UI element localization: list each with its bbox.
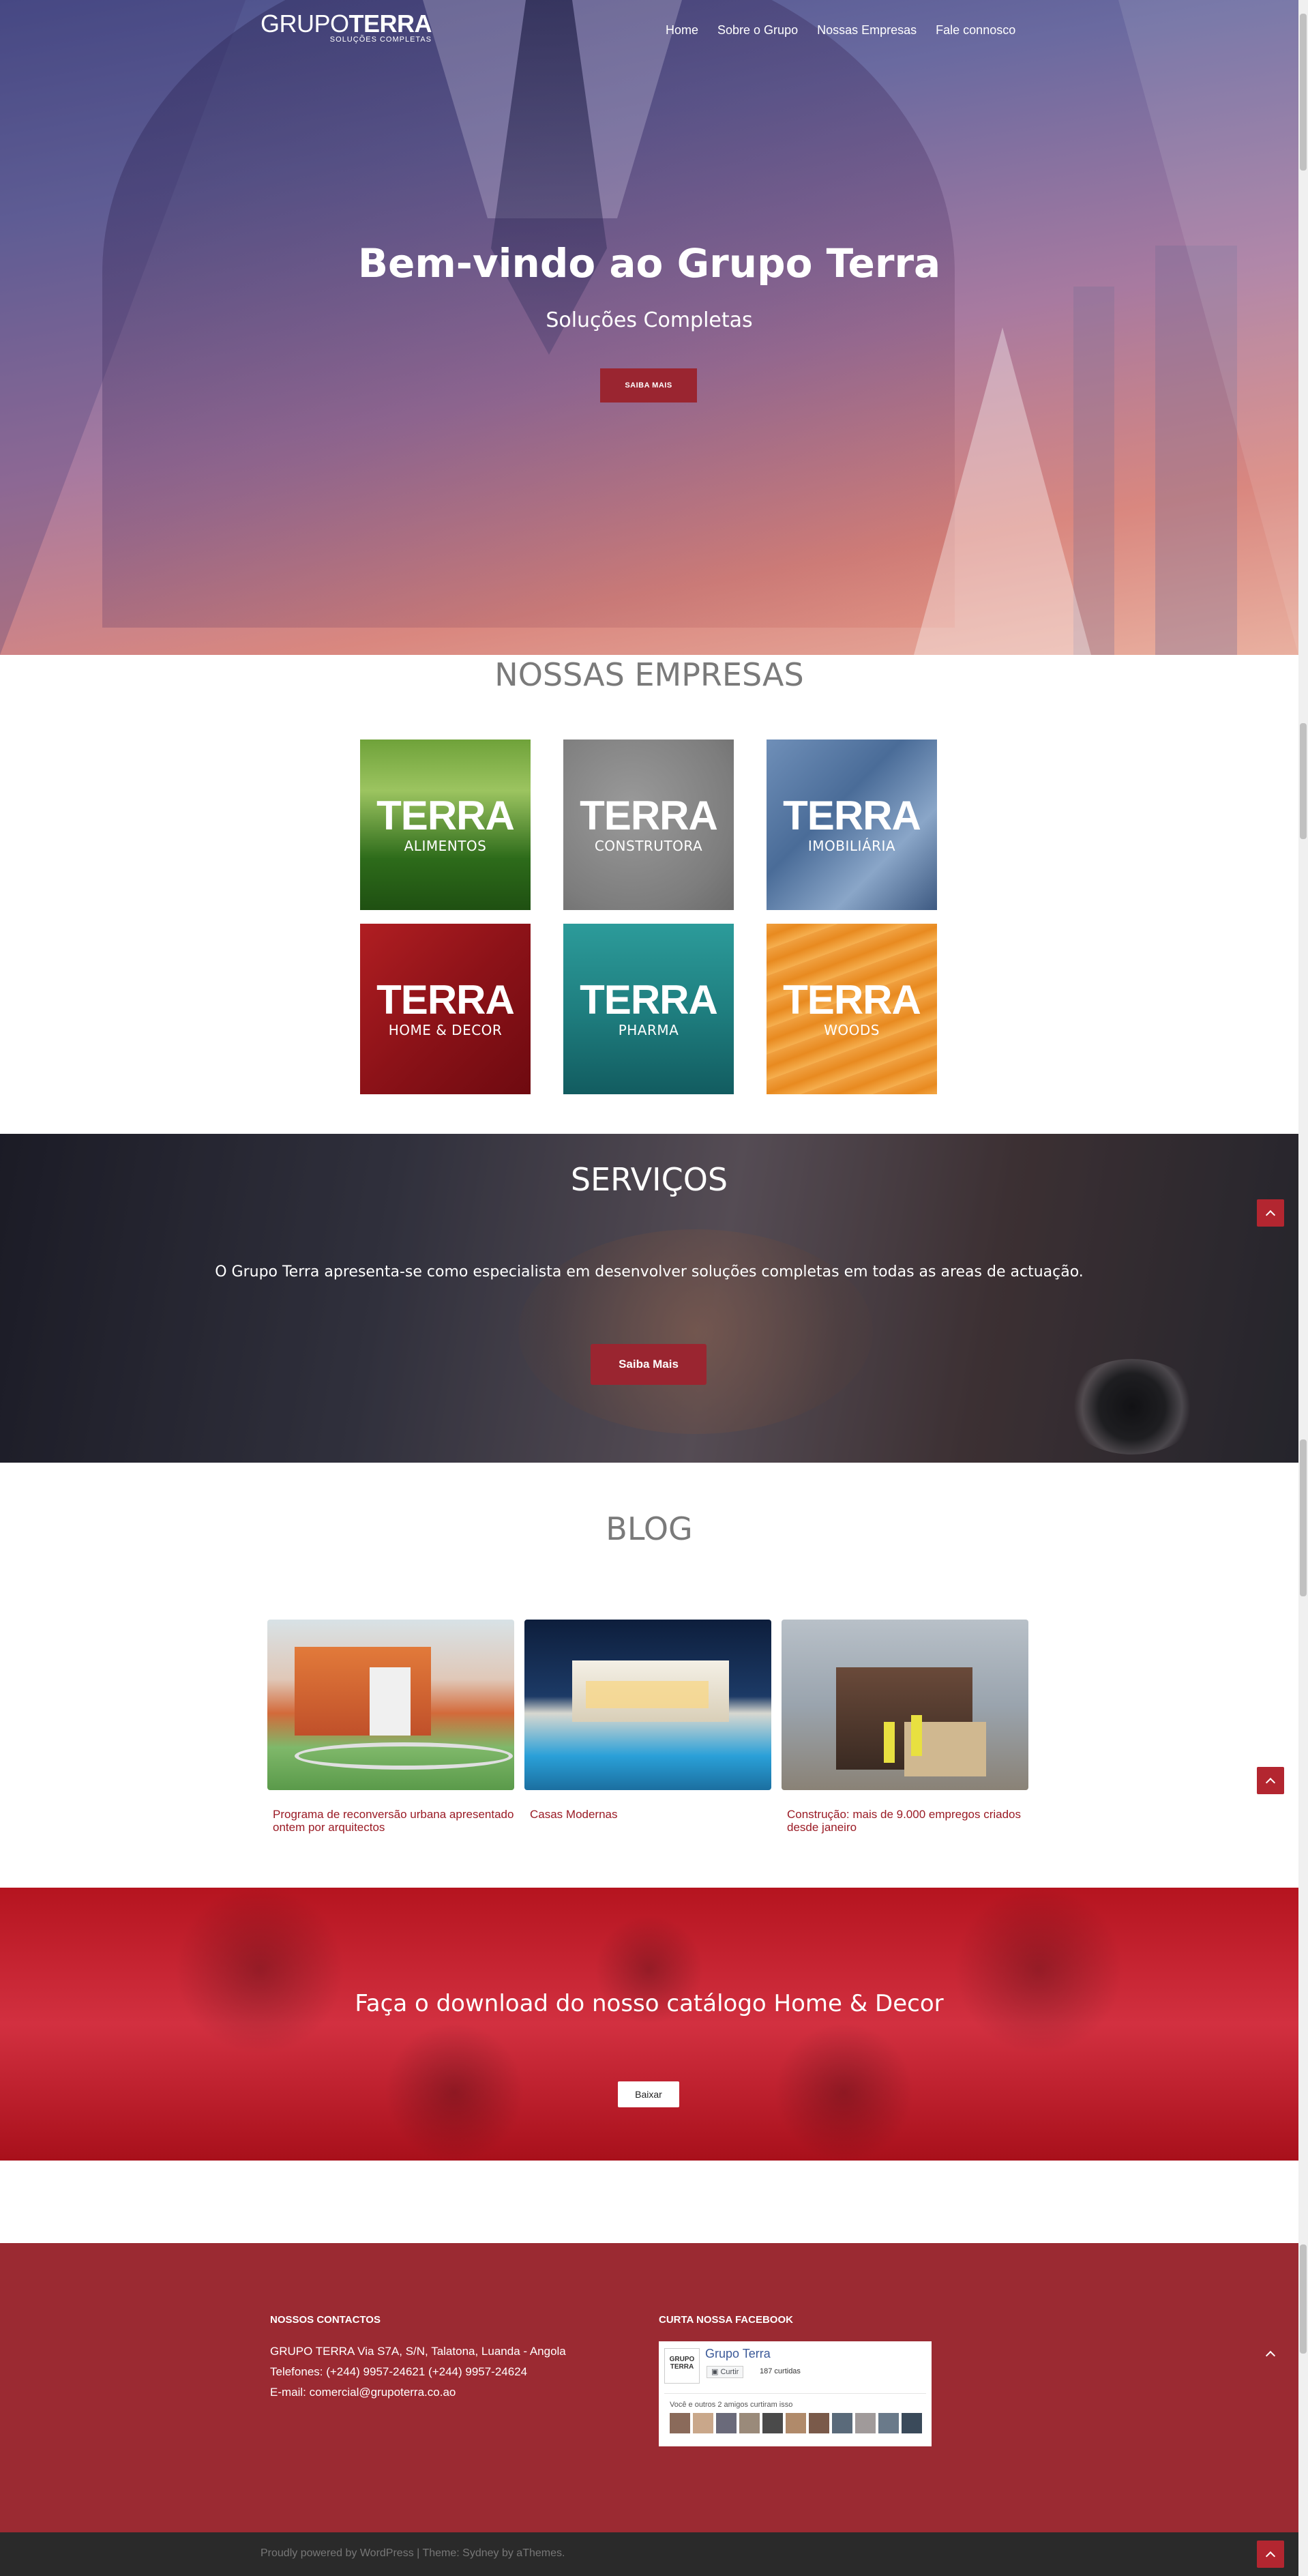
nav-fale-connosco[interactable]: Fale connosco bbox=[936, 23, 1015, 38]
page-scrollbar[interactable] bbox=[1298, 0, 1308, 2576]
chevron-up-icon bbox=[1265, 1777, 1276, 1788]
scrollbar-thumb[interactable] bbox=[1300, 2244, 1307, 2354]
avatar[interactable] bbox=[716, 2413, 737, 2433]
logo-word-grupo: GRUPO bbox=[261, 10, 349, 38]
tile-brand: TERRA bbox=[783, 977, 921, 1023]
hero-title: Bem-vindo ao Grupo Terra bbox=[357, 240, 941, 287]
hero-tower-image bbox=[1073, 287, 1114, 655]
footer-widgets: NOSSOS CONTACTOS GRUPO TERRA Via S7A, S/… bbox=[0, 2243, 1298, 2532]
scrollbar-thumb[interactable] bbox=[1300, 14, 1307, 171]
blog-post-title[interactable]: Construção: mais de 9.000 empregos criad… bbox=[782, 1808, 1028, 1834]
tile-label: HOME & DECOR bbox=[388, 1022, 503, 1038]
services-title: SERVIÇOS bbox=[570, 1161, 728, 1198]
avatar[interactable] bbox=[739, 2413, 760, 2433]
blog-post-title[interactable]: Casas Modernas bbox=[524, 1808, 771, 1821]
blog-title: BLOG bbox=[606, 1510, 693, 1547]
scroll-to-top-button[interactable] bbox=[1257, 1199, 1284, 1227]
footer-credit[interactable]: Proudly powered by WordPress | Theme: Sy… bbox=[261, 2547, 565, 2560]
contact-phones: Telefones: (+244) 9957-24621 (+244) 9957… bbox=[270, 2365, 528, 2378]
fb-page-header: GRUPO TERRA Grupo Terra ▣ Curtir 187 cur… bbox=[664, 2345, 926, 2385]
tile-label: IMOBILIÁRIA bbox=[807, 838, 896, 854]
site-info-bar: Proudly powered by WordPress | Theme: Sy… bbox=[0, 2532, 1298, 2576]
blog-post-image[interactable] bbox=[267, 1620, 514, 1790]
scroll-to-top-button[interactable] bbox=[1257, 2541, 1284, 2568]
nav-home[interactable]: Home bbox=[666, 23, 698, 38]
avatar[interactable] bbox=[670, 2413, 690, 2433]
contact-address: GRUPO TERRA Via S7A, S/N, Talatona, Luan… bbox=[270, 2345, 566, 2358]
tile-label: ALIMENTOS bbox=[404, 838, 487, 854]
fb-page-avatar[interactable]: GRUPO TERRA bbox=[664, 2348, 700, 2384]
blog-post-image[interactable] bbox=[782, 1620, 1028, 1790]
facebook-like-icon: ▣ bbox=[711, 2368, 721, 2376]
tile-label: PHARMA bbox=[618, 1022, 679, 1038]
site-logo[interactable]: GRUPOTERRA SOLUÇÕES COMPLETAS bbox=[261, 11, 432, 44]
scroll-to-top-button[interactable] bbox=[1257, 2340, 1284, 2367]
chevron-up-icon bbox=[1265, 2551, 1276, 2562]
logo-word-terra: TERRA bbox=[348, 10, 432, 38]
chevron-up-icon bbox=[1265, 2350, 1276, 2361]
fb-like-count: 187 curtidas bbox=[760, 2367, 801, 2375]
company-tile-imobiliaria[interactable]: TERRA IMOBILIÁRIA bbox=[767, 740, 937, 910]
nav-nossas-empresas[interactable]: Nossas Empresas bbox=[817, 23, 917, 38]
download-button[interactable]: Baixar bbox=[618, 2081, 679, 2107]
fb-friends-text: Você e outros 2 amigos curtiram isso bbox=[670, 2401, 793, 2409]
blog-post-card[interactable]: Programa de reconversão urbana apresenta… bbox=[267, 1620, 514, 1834]
download-title: Faça o download do nosso catálogo Home &… bbox=[355, 1990, 944, 2017]
avatar[interactable] bbox=[832, 2413, 852, 2433]
tile-brand: TERRA bbox=[376, 977, 515, 1023]
blog-post-card[interactable]: Casas Modernas bbox=[524, 1620, 771, 1821]
fb-logo-line2: TERRA bbox=[670, 2363, 694, 2371]
companies-title: NOSSAS EMPRESAS bbox=[494, 656, 804, 693]
fb-like-label: Curtir bbox=[720, 2368, 739, 2376]
fb-like-button[interactable]: ▣ Curtir bbox=[707, 2366, 744, 2378]
tile-label: CONSTRUTORA bbox=[594, 838, 703, 854]
contact-email[interactable]: E-mail: comercial@grupoterra.co.ao bbox=[270, 2382, 566, 2403]
blog-post-image[interactable] bbox=[524, 1620, 771, 1790]
company-tile-woods[interactable]: TERRA WOODS bbox=[767, 924, 937, 1094]
hero-section: GRUPOTERRA SOLUÇÕES COMPLETAS Home Sobre… bbox=[0, 0, 1298, 655]
avatar[interactable] bbox=[855, 2413, 876, 2433]
services-section: SERVIÇOS O Grupo Terra apresenta-se como… bbox=[0, 1134, 1298, 1463]
blog-post-card[interactable]: Construção: mais de 9.000 empregos criad… bbox=[782, 1620, 1028, 1834]
avatar[interactable] bbox=[878, 2413, 899, 2433]
services-text: O Grupo Terra apresenta-se como especial… bbox=[215, 1263, 1084, 1280]
company-tile-pharma[interactable]: TERRA PHARMA bbox=[563, 924, 734, 1094]
fb-page-name[interactable]: Grupo Terra bbox=[705, 2347, 771, 2361]
services-saiba-mais-button[interactable]: Saiba Mais bbox=[591, 1344, 707, 1385]
fb-logo-line1: GRUPO bbox=[669, 2356, 695, 2363]
contact-block: GRUPO TERRA Via S7A, S/N, Talatona, Luan… bbox=[270, 2341, 566, 2403]
scrollbar-thumb[interactable] bbox=[1300, 1439, 1307, 1596]
tile-label: WOODS bbox=[824, 1022, 880, 1038]
chevron-up-icon bbox=[1265, 1210, 1276, 1220]
avatar[interactable] bbox=[693, 2413, 713, 2433]
fb-friend-avatars bbox=[670, 2413, 922, 2433]
company-tile-home-decor[interactable]: TERRA HOME & DECOR bbox=[360, 924, 531, 1094]
contacts-heading: NOSSOS CONTACTOS bbox=[270, 2314, 381, 2326]
blog-post-title[interactable]: Programa de reconversão urbana apresenta… bbox=[267, 1808, 514, 1834]
tile-brand: TERRA bbox=[580, 793, 718, 838]
logo-wordmark: GRUPOTERRA bbox=[261, 11, 432, 37]
hero-saiba-mais-button[interactable]: SAIBA MAIS bbox=[600, 368, 697, 402]
download-section: Faça o download do nosso catálogo Home &… bbox=[0, 1888, 1298, 2161]
nav-sobre-o-grupo[interactable]: Sobre o Grupo bbox=[717, 23, 798, 38]
tile-brand: TERRA bbox=[783, 793, 921, 838]
company-tile-alimentos[interactable]: TERRA ALIMENTOS bbox=[360, 740, 531, 910]
avatar[interactable] bbox=[809, 2413, 829, 2433]
facebook-heading: CURTA NOSSA FACEBOOK bbox=[659, 2314, 793, 2326]
tile-brand: TERRA bbox=[376, 793, 515, 838]
facebook-widget: GRUPO TERRA Grupo Terra ▣ Curtir 187 cur… bbox=[659, 2341, 932, 2446]
company-tile-construtora[interactable]: TERRA CONSTRUTORA bbox=[563, 740, 734, 910]
scrollbar-thumb[interactable] bbox=[1300, 723, 1307, 839]
avatar[interactable] bbox=[902, 2413, 922, 2433]
fb-friends-area: Você e outros 2 amigos curtiram isso bbox=[664, 2393, 926, 2441]
avatar[interactable] bbox=[786, 2413, 806, 2433]
tile-brand: TERRA bbox=[580, 977, 718, 1023]
scroll-to-top-button[interactable] bbox=[1257, 1767, 1284, 1794]
main-nav: Home Sobre o Grupo Nossas Empresas Fale … bbox=[666, 23, 1015, 38]
hero-subtitle: Soluções Completas bbox=[546, 308, 753, 332]
avatar[interactable] bbox=[762, 2413, 783, 2433]
